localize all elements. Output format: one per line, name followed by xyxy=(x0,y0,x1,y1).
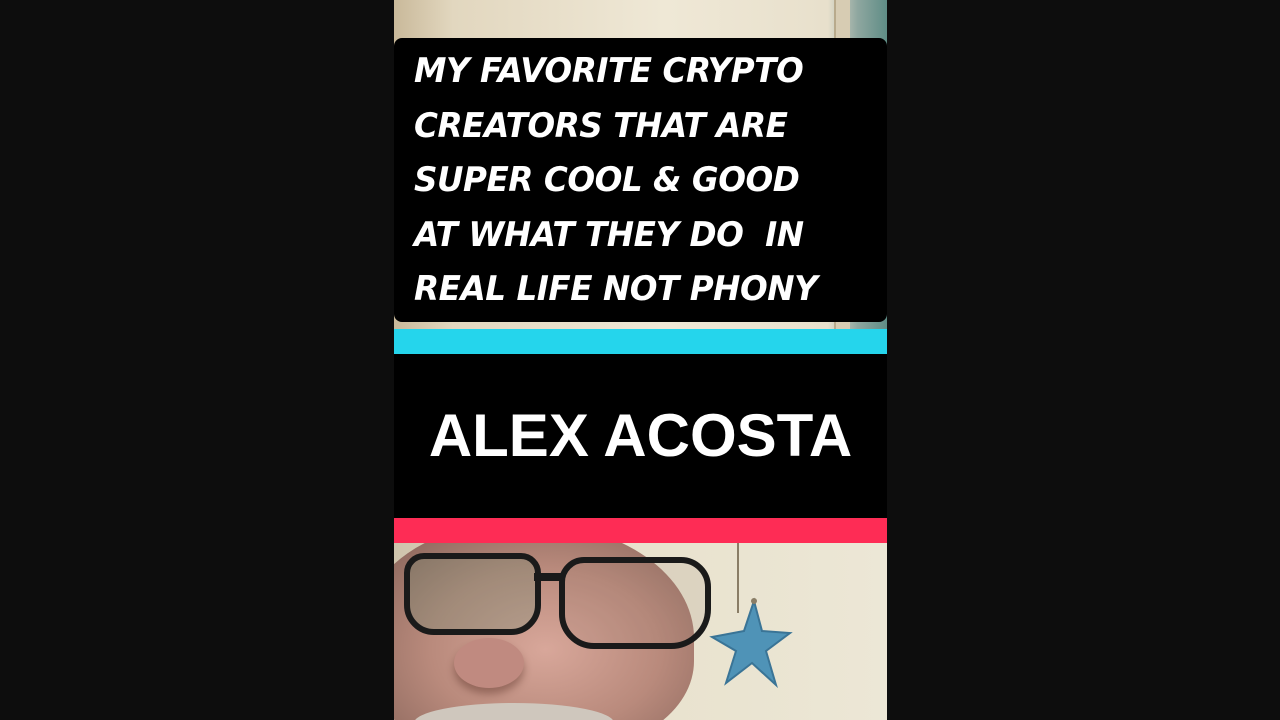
screen: MY FAVORITE CRYPTO CREATORS THAT ARE SUP… xyxy=(0,0,1280,720)
glasses-left-lens xyxy=(404,553,541,635)
camera-feed xyxy=(394,543,887,720)
starfish-icon xyxy=(709,597,793,689)
glasses-right-lens xyxy=(559,557,711,649)
cyan-accent-bar xyxy=(394,329,887,354)
creator-name: ALEX ACOSTA xyxy=(428,402,853,469)
person-nose xyxy=(454,638,524,688)
caption-text: MY FAVORITE CRYPTO CREATORS THAT ARE SUP… xyxy=(414,51,818,309)
red-accent-bar xyxy=(394,518,887,543)
video-frame[interactable]: MY FAVORITE CRYPTO CREATORS THAT ARE SUP… xyxy=(394,0,887,720)
